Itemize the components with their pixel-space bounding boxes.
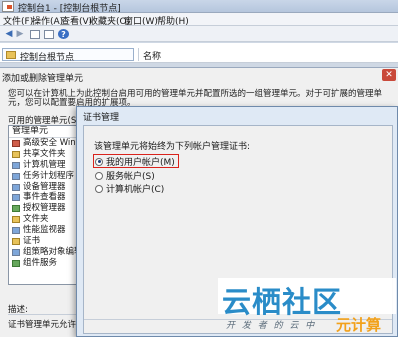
radio-button-icon [95, 157, 103, 166]
list-item[interactable]: 组策略对象编辑器 [9, 247, 85, 258]
cert-dialog-title: 证书管理 [83, 113, 120, 123]
computer-icon [12, 161, 20, 169]
task-scheduler-icon [12, 172, 20, 180]
available-snapins-list[interactable]: 管理单元 高级安全 Windows 共享文件夹 计算机管理 任务计划程序 设备管… [8, 125, 86, 285]
name-column-header[interactable]: 名称 [138, 48, 398, 62]
shared-folder-icon [12, 150, 20, 158]
snapin-column-header[interactable]: 管理单元 [9, 126, 85, 138]
list-item[interactable]: 共享文件夹 [9, 149, 85, 160]
radio-button-icon [95, 184, 103, 193]
window-titlebar: 控制台1 - [控制台根节点] [0, 0, 398, 14]
certificate-icon [12, 238, 20, 246]
group-policy-icon [12, 248, 20, 256]
device-manager-icon [12, 183, 20, 191]
close-icon[interactable]: ✕ [382, 69, 396, 81]
console-tree-icon[interactable] [30, 30, 40, 39]
cert-account-prompt: 该管理单元将始终为下列帐户管理证书: [94, 142, 251, 152]
list-item[interactable]: 文件夹 [9, 214, 85, 225]
mmc-app-icon [2, 1, 14, 12]
component-services-icon [12, 259, 20, 267]
help-icon[interactable]: ? [58, 29, 69, 39]
snapin-dialog-title: 添加或删除管理单元 [2, 74, 84, 84]
name-column-label: 名称 [143, 52, 162, 62]
tree-root-label: 控制台根节点 [20, 53, 75, 63]
list-item[interactable]: 计算机管理 [9, 160, 85, 171]
event-viewer-icon [12, 194, 20, 202]
watermark-slogan: 开 发 者 的 云 中 [226, 321, 317, 331]
watermark-logo-text: 云栖社区 [222, 285, 343, 319]
list-item[interactable]: 性能监视器 [9, 225, 85, 236]
firewall-icon [12, 140, 20, 147]
folder-icon [6, 51, 16, 59]
radio-service-account[interactable]: 服务帐户(S) [95, 170, 155, 182]
radio-button-icon [95, 171, 103, 180]
radio-my-user-account[interactable]: 我的用户帐户(M) [95, 156, 175, 168]
forward-arrow-icon[interactable]: ▶ [15, 28, 25, 39]
console-panes: 控制台根节点 名称 [0, 43, 398, 63]
watermark-brand: 元计算 [336, 316, 382, 334]
list-item[interactable]: 任务计划程序 [9, 171, 85, 182]
list-item[interactable]: 高级安全 Windows [9, 138, 85, 149]
description-text: 证书管理单元允许您 [8, 320, 85, 330]
list-item[interactable]: 授权管理器 [9, 203, 85, 214]
list-item[interactable]: 设备管理器 [9, 182, 85, 193]
list-item[interactable]: 组件服务 [9, 258, 85, 269]
list-item[interactable]: 事件查看器 [9, 192, 85, 203]
list-item[interactable]: 证书 [9, 236, 85, 247]
authorization-icon [12, 205, 20, 213]
toolbar: ◀ ▶ ? [0, 26, 398, 42]
menu-bar: 文件(F) 操作(A) 查看(V) 收藏夹(O) 窗口(W) 帮助(H) [0, 13, 398, 27]
folder-icon [12, 216, 20, 224]
radio-computer-account[interactable]: 计算机帐户(C) [95, 183, 164, 195]
show-hide-pane-icon[interactable] [44, 30, 54, 39]
performance-icon [12, 227, 20, 235]
back-arrow-icon[interactable]: ◀ [4, 28, 14, 39]
tree-item-console-root[interactable]: 控制台根节点 [2, 48, 134, 63]
